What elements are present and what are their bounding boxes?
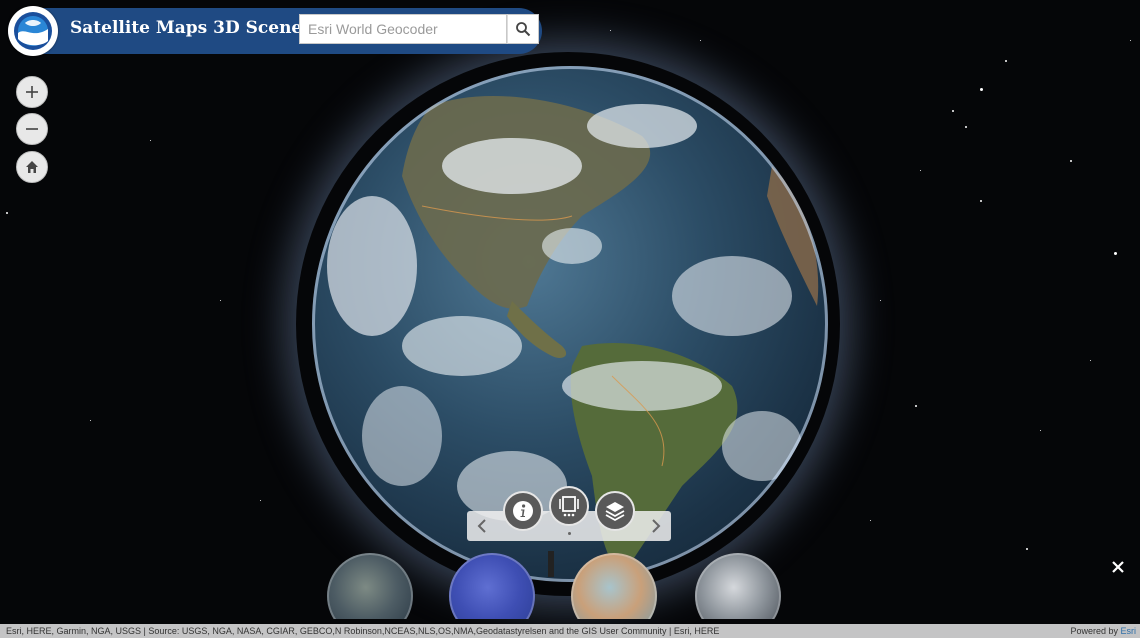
layers-button[interactable] <box>595 491 635 531</box>
info-icon <box>513 501 533 521</box>
close-icon <box>1112 561 1124 573</box>
carousel-prev-button[interactable] <box>468 511 496 541</box>
info-button[interactable] <box>503 491 543 531</box>
powered-by-esri-link[interactable]: Esri <box>1121 626 1137 636</box>
attribution-text: Esri, HERE, Garmin, NGA, USGS | Source: … <box>6 626 720 636</box>
thumbnail-geocolor[interactable] <box>327 553 413 619</box>
carousel-page-indicator <box>568 532 571 535</box>
search-icon <box>516 22 531 37</box>
plus-icon <box>26 86 38 98</box>
thumbnail-infrared-blue[interactable] <box>449 553 535 619</box>
zoom-out-button[interactable] <box>16 113 48 145</box>
powered-by: Powered by Esri <box>1070 626 1136 636</box>
chevron-right-icon <box>652 519 661 533</box>
powered-by-prefix: Powered by <box>1070 626 1121 636</box>
attribution-bar: Esri, HERE, Garmin, NGA, USGS | Source: … <box>0 624 1140 638</box>
zoom-in-button[interactable] <box>16 76 48 108</box>
slides-button[interactable] <box>549 486 589 526</box>
search-input[interactable] <box>306 20 506 38</box>
thumbnail-grayscale[interactable] <box>695 553 781 619</box>
home-button[interactable] <box>16 151 48 183</box>
thumbnail-water-vapor[interactable] <box>571 553 657 619</box>
search-box <box>299 14 507 44</box>
noaa-logo-icon <box>14 12 52 50</box>
home-icon <box>26 161 38 173</box>
minus-icon <box>26 128 38 130</box>
layers-icon <box>605 502 625 522</box>
thumbnail-divider <box>548 551 554 577</box>
carousel-next-button[interactable] <box>642 511 670 541</box>
film-slides-icon <box>559 496 579 517</box>
noaa-logo <box>8 6 58 56</box>
close-thumbnails-button[interactable] <box>1112 556 1124 579</box>
app-title: Satellite Maps 3D Scene <box>70 18 303 38</box>
chevron-left-icon <box>477 519 486 533</box>
search-button[interactable] <box>507 14 539 44</box>
